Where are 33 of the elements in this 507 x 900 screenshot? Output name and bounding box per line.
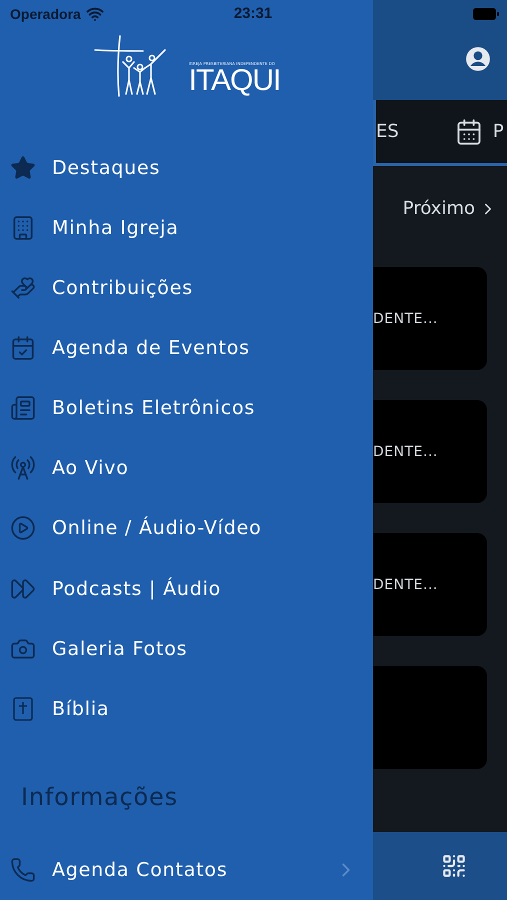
tab[interactable]: ES xyxy=(376,121,399,142)
play-icon xyxy=(10,515,36,542)
menu-item[interactable]: Minha Igreja xyxy=(0,198,373,258)
antenna-icon xyxy=(10,455,36,482)
calendar-check-icon xyxy=(10,335,36,362)
book-cross-icon xyxy=(11,696,35,722)
menu-item[interactable]: Agenda de Eventos xyxy=(0,318,373,378)
calendar-icon xyxy=(454,118,483,146)
carrier-name: Operadora xyxy=(10,6,81,22)
logo-name: ITAQUI xyxy=(188,66,280,96)
event-card[interactable]: DENTE... xyxy=(373,400,487,503)
hand-heart-icon xyxy=(10,275,36,302)
next-link[interactable]: Próximo xyxy=(402,198,497,219)
menu-item[interactable]: Destaques xyxy=(0,138,373,198)
profile-icon[interactable] xyxy=(465,46,491,72)
menu-item[interactable]: Contribuições xyxy=(0,258,373,318)
menu-item[interactable]: Bíblia xyxy=(0,678,373,739)
menu-item[interactable]: Online / Áudio-Vídeo xyxy=(0,498,373,559)
star-icon xyxy=(10,155,36,182)
menu-item[interactable]: Agenda Contatos xyxy=(0,840,373,900)
qr-code-icon[interactable] xyxy=(441,853,467,879)
event-card[interactable]: DENTE... xyxy=(373,267,487,370)
menu-item[interactable]: Podcasts | Áudio xyxy=(0,558,373,619)
event-card[interactable]: DENTE... xyxy=(373,533,487,636)
menu-item[interactable]: Boletins Eletrônicos xyxy=(0,378,373,438)
menu-item[interactable]: Ao Vivo xyxy=(0,438,373,498)
menu-item[interactable]: Galeria Fotos xyxy=(0,618,373,679)
section-title: Informações xyxy=(20,782,179,813)
phone-icon xyxy=(10,856,36,883)
status-time: 23:31 xyxy=(234,5,272,22)
tab[interactable]: P xyxy=(454,118,504,146)
battery-icon xyxy=(473,8,499,20)
newspaper-icon xyxy=(10,395,36,422)
